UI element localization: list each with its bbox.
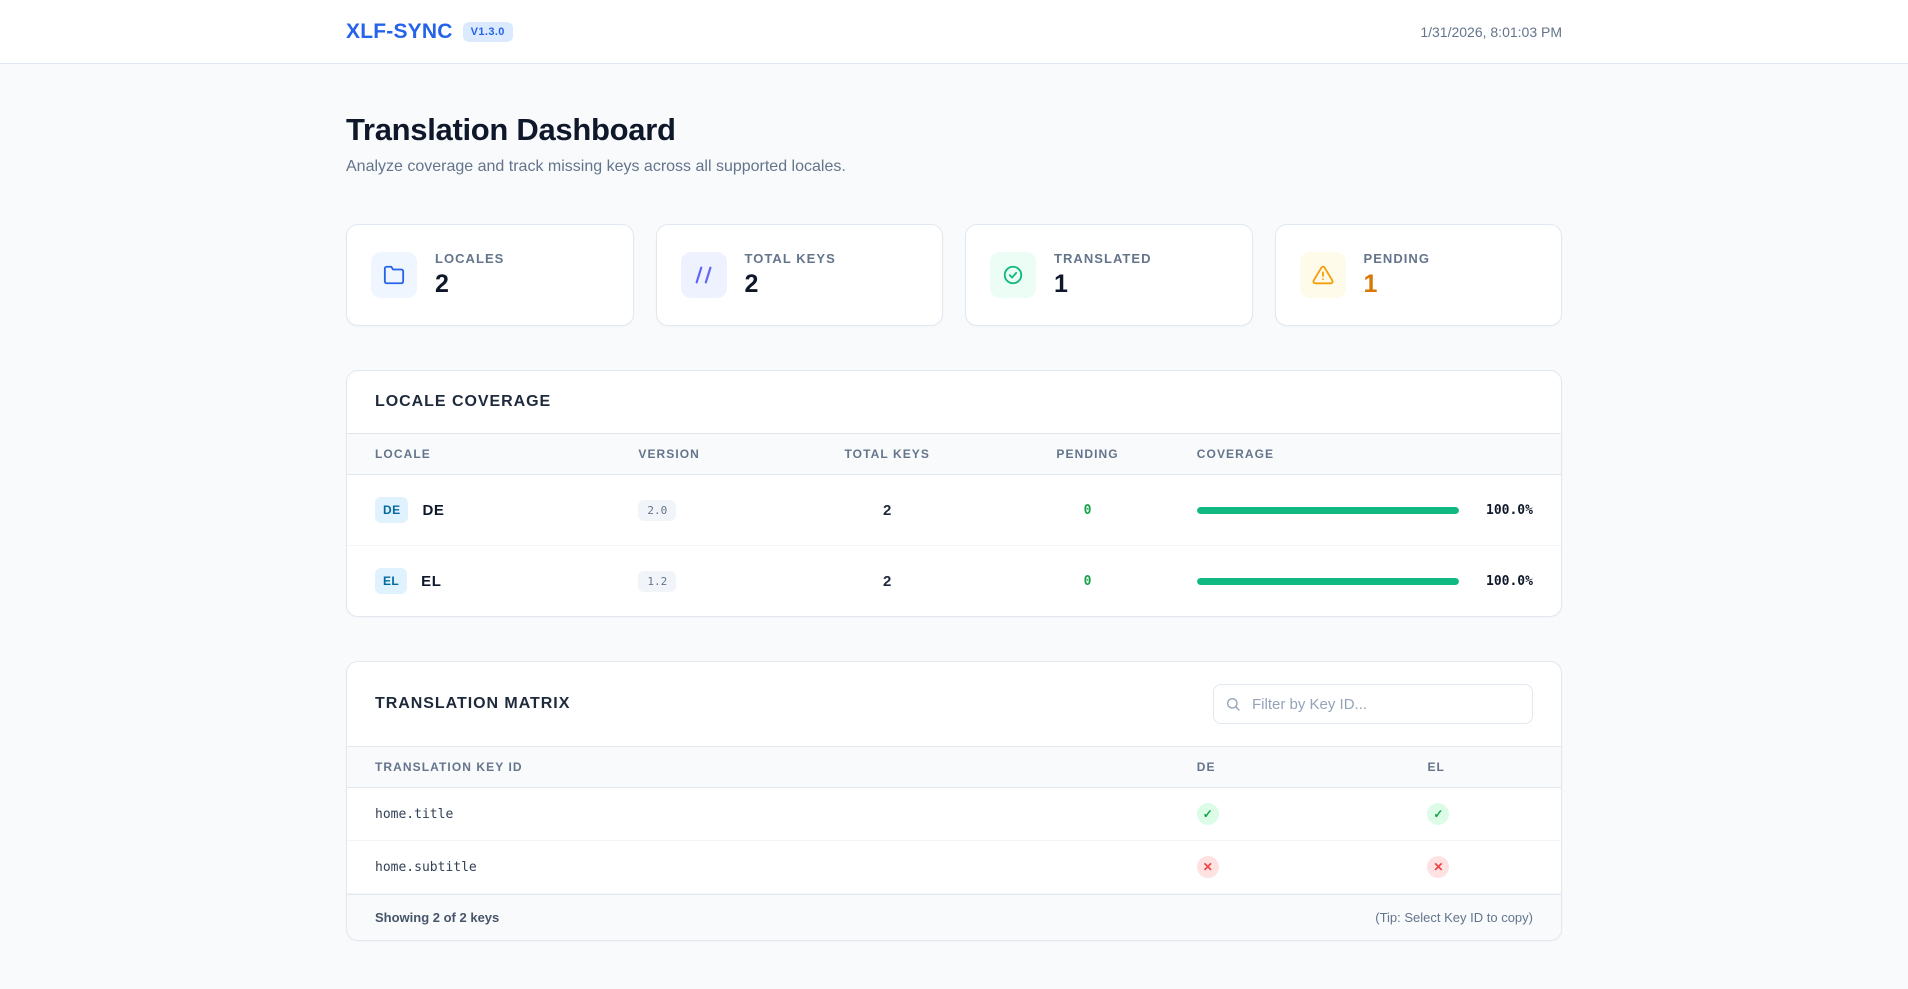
table-row: EL EL 1.2 2 0 100.0% [347, 546, 1561, 616]
current-timestamp: 1/31/2026, 8:01:03 PM [1420, 24, 1562, 40]
matrix-footer: Showing 2 of 2 keys (Tip: Select Key ID … [347, 894, 1561, 940]
col-header-coverage: COVERAGE [1197, 434, 1561, 474]
table-row: home.subtitle ✕ ✕ [347, 841, 1561, 894]
col-header-key-id: TRANSLATION KEY ID [347, 747, 1197, 787]
stat-value: 2 [745, 270, 836, 299]
total-keys-value: 2 [796, 551, 978, 612]
col-header-version: VERSION [638, 434, 796, 474]
stat-value: 1 [1364, 270, 1431, 299]
stat-label: PENDING [1364, 251, 1431, 266]
page-title: Translation Dashboard [346, 112, 1562, 148]
key-filter-input[interactable] [1213, 684, 1533, 724]
stat-label: TOTAL KEYS [745, 251, 836, 266]
slashes-icon [681, 252, 727, 298]
locale-name: EL [421, 573, 441, 590]
version-pill: 2.0 [638, 500, 676, 521]
stat-value: 2 [435, 270, 504, 299]
missing-x-icon: ✕ [1427, 856, 1449, 878]
coverage-progress-fill [1197, 507, 1459, 514]
locale-badge: DE [375, 497, 408, 523]
stat-card-total-keys: TOTAL KEYS 2 [656, 224, 944, 326]
stats-row: LOCALES 2 TOTAL KEYS 2 TRANSLATED 1 [346, 224, 1562, 326]
coverage-percent: 100.0% [1475, 503, 1533, 518]
stat-label: LOCALES [435, 251, 504, 266]
key-filter [1213, 684, 1533, 724]
col-header-el: EL [1427, 747, 1561, 787]
locale-coverage-header-row: LOCALE VERSION TOTAL KEYS PENDING COVERA… [347, 433, 1561, 475]
coverage-progress-bar [1197, 578, 1459, 585]
folder-icon [371, 252, 417, 298]
col-header-total-keys: TOTAL KEYS [796, 434, 978, 474]
stat-card-translated: TRANSLATED 1 [965, 224, 1253, 326]
main-content: Translation Dashboard Analyze coverage a… [346, 64, 1562, 989]
table-row: DE DE 2.0 2 0 100.0% [347, 475, 1561, 546]
missing-x-icon: ✕ [1197, 856, 1219, 878]
translation-key-id[interactable]: home.title [375, 807, 453, 822]
search-icon [1225, 696, 1241, 712]
coverage-percent: 100.0% [1475, 574, 1533, 589]
table-row: home.title ✓ ✓ [347, 788, 1561, 841]
top-bar: XLF-SYNC V1.3.0 1/31/2026, 8:01:03 PM [0, 0, 1908, 64]
translation-matrix-title: TRANSLATION MATRIX [375, 695, 570, 713]
stat-card-locales: LOCALES 2 [346, 224, 634, 326]
translation-matrix-panel: TRANSLATION MATRIX TRANSLATION KEY ID DE… [346, 661, 1562, 941]
warning-triangle-icon [1300, 252, 1346, 298]
locale-name: DE [422, 502, 444, 519]
matrix-tip: (Tip: Select Key ID to copy) [1375, 910, 1533, 925]
translated-check-icon: ✓ [1197, 803, 1219, 825]
check-circle-icon [990, 252, 1036, 298]
stat-value: 1 [1054, 270, 1152, 299]
page-subtitle: Analyze coverage and track missing keys … [346, 158, 1562, 176]
stat-card-pending: PENDING 1 [1275, 224, 1563, 326]
locale-coverage-title: LOCALE COVERAGE [375, 393, 551, 411]
version-badge: V1.3.0 [463, 22, 513, 42]
matrix-row-count: Showing 2 of 2 keys [375, 910, 499, 925]
locale-coverage-panel: LOCALE COVERAGE LOCALE VERSION TOTAL KEY… [346, 370, 1562, 617]
stat-label: TRANSLATED [1054, 251, 1152, 266]
pending-value: 0 [978, 552, 1197, 611]
translated-check-icon: ✓ [1427, 803, 1449, 825]
col-header-de: DE [1197, 747, 1428, 787]
translation-key-id[interactable]: home.subtitle [375, 860, 477, 875]
coverage-progress-fill [1197, 578, 1459, 585]
col-header-locale: LOCALE [347, 434, 638, 474]
app-brand: XLF-SYNC [346, 20, 453, 44]
locale-badge: EL [375, 568, 407, 594]
col-header-pending: PENDING [978, 434, 1197, 474]
total-keys-value: 2 [796, 480, 978, 541]
coverage-progress-bar [1197, 507, 1459, 514]
matrix-header-row: TRANSLATION KEY ID DE EL [347, 746, 1561, 788]
version-pill: 1.2 [638, 571, 676, 592]
pending-value: 0 [978, 481, 1197, 540]
